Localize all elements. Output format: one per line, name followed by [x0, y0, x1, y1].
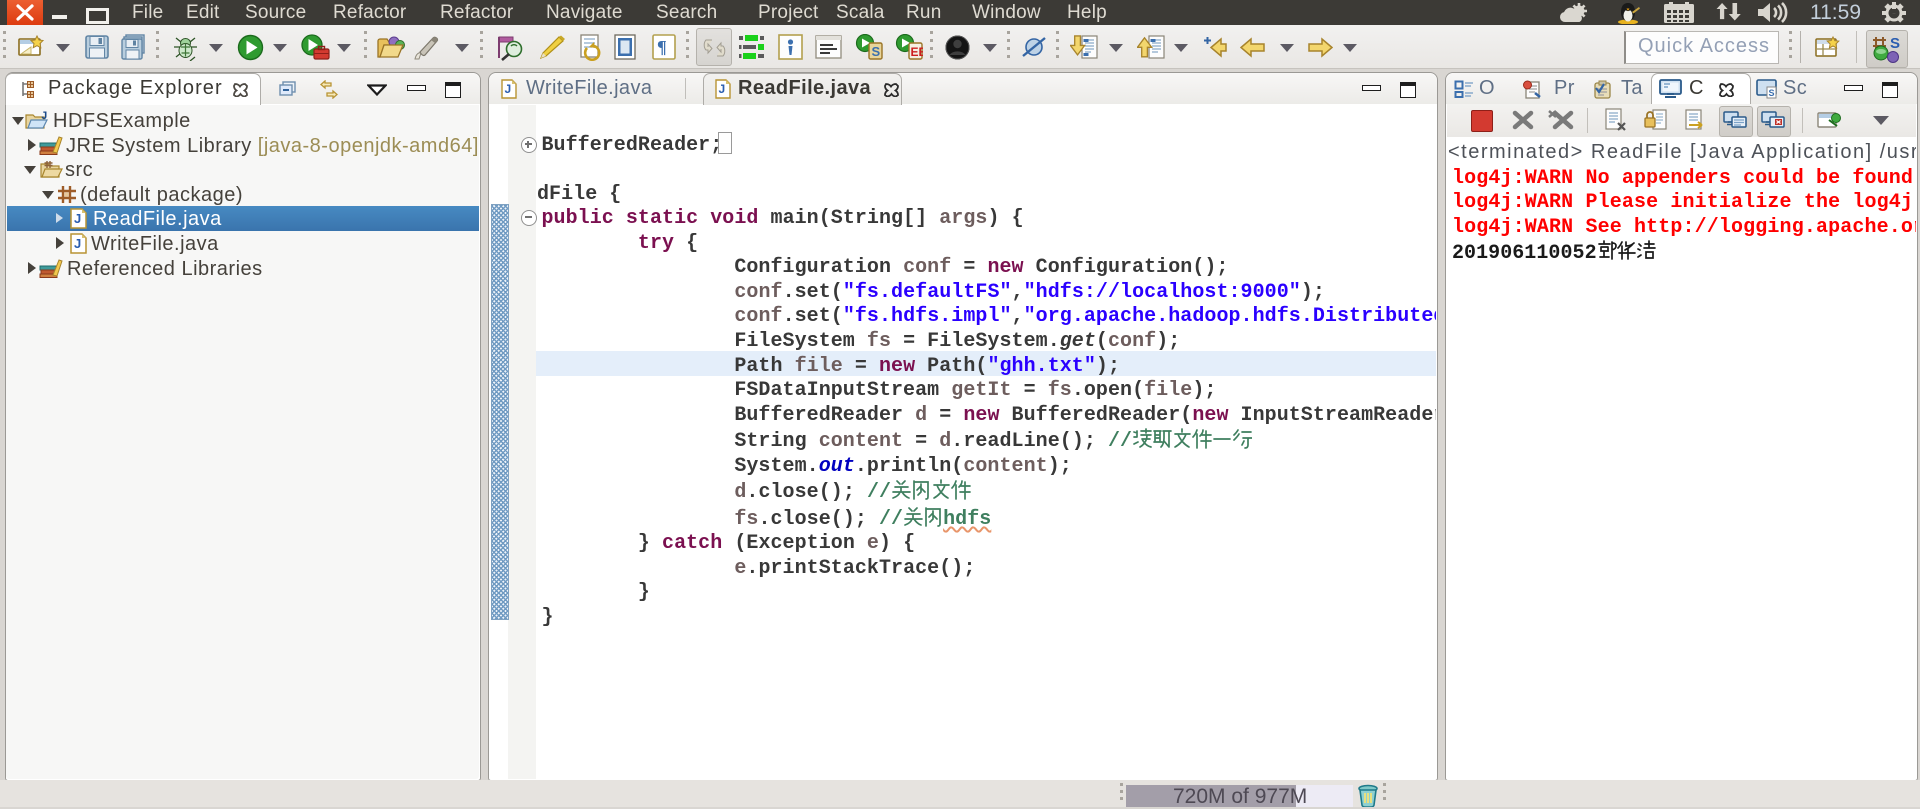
svg-text:S: S [872, 44, 881, 59]
svg-text:J: J [74, 211, 82, 226]
svg-text:S: S [1769, 88, 1775, 98]
svg-text:¶: ¶ [657, 37, 667, 57]
svg-text:J: J [74, 236, 82, 251]
svg-text:J: J [505, 82, 512, 96]
svg-text:S: S [1890, 35, 1900, 52]
svg-text:J: J [719, 82, 726, 96]
svg-text:J: J [41, 111, 48, 123]
svg-text:EE: EE [911, 45, 924, 59]
